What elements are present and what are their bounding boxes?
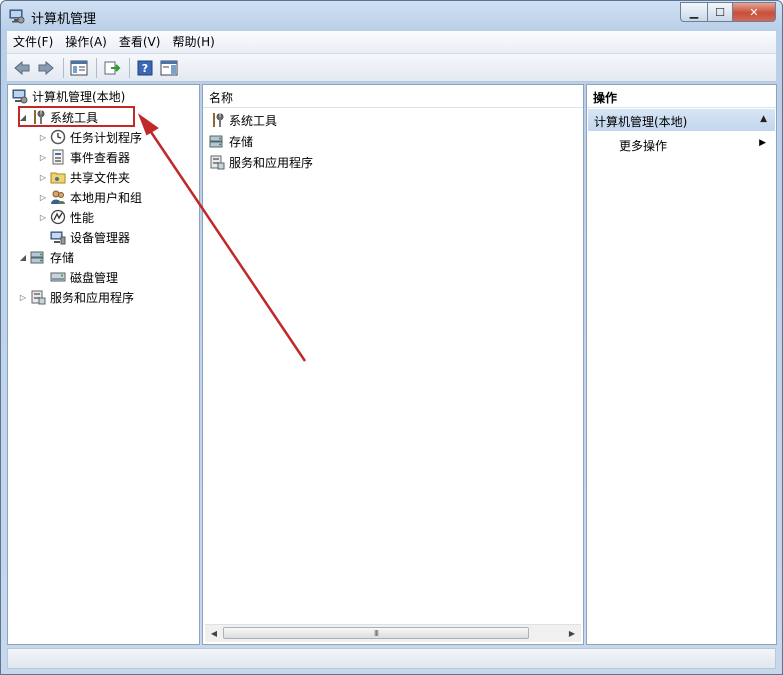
expand-arrow-icon[interactable]: ▷ <box>38 133 48 142</box>
tree-item-services-apps[interactable]: ▷ 服务和应用程序 <box>18 287 134 307</box>
forward-button[interactable] <box>35 57 57 79</box>
event-log-icon <box>50 149 66 165</box>
back-icon <box>14 60 30 75</box>
tree-item-performance[interactable]: ▷ 性能 <box>38 207 94 227</box>
expand-arrow-icon[interactable]: ▷ <box>38 213 48 222</box>
performance-icon <box>50 209 66 225</box>
tree-item-event-viewer[interactable]: ▷ 事件查看器 <box>38 147 130 167</box>
export-icon <box>104 61 121 74</box>
shared-folder-icon <box>50 169 66 185</box>
minimize-icon: ▁ <box>689 5 699 19</box>
list-item-system-tools[interactable]: 系统工具 <box>209 110 277 130</box>
console-tree-icon <box>70 60 88 75</box>
tools-icon <box>209 112 225 128</box>
scrollbar-grip: III <box>373 629 379 638</box>
expand-arrow-icon[interactable]: ▷ <box>38 173 48 182</box>
minimize-button[interactable]: ▁ <box>680 2 708 22</box>
menu-bar: 文件(F) 操作(A) 查看(V) 帮助(H) <box>7 31 776 54</box>
tree-label: 磁盘管理 <box>70 270 119 285</box>
menu-help[interactable]: 帮助(H) <box>166 31 220 53</box>
services-icon <box>30 289 46 305</box>
close-button[interactable]: ✕ <box>733 2 776 22</box>
tree-label: 本地用户和组 <box>70 190 143 205</box>
back-button[interactable] <box>11 57 33 79</box>
clock-icon <box>50 129 66 145</box>
list-item-storage[interactable]: 存储 <box>209 131 253 151</box>
tree-item-disk-management[interactable]: 磁盘管理 <box>50 267 118 287</box>
close-icon: ✕ <box>749 5 759 19</box>
horizontal-scrollbar[interactable]: ◀ III ▶ <box>205 624 581 642</box>
help-icon: ? <box>137 60 153 75</box>
actions-section-label: 计算机管理(本地) <box>594 115 688 129</box>
svg-text:?: ? <box>142 62 148 75</box>
more-actions-item[interactable]: 更多操作 ▶ <box>617 135 768 155</box>
actions-header-label: 操作 <box>593 91 618 105</box>
menu-view[interactable]: 查看(V) <box>113 31 167 53</box>
collapse-up-icon[interactable]: ▲ <box>760 114 767 124</box>
title-bar[interactable]: 计算机管理 ▁ ☐ ✕ <box>1 1 782 31</box>
toolbar-separator <box>96 57 97 78</box>
users-icon <box>50 189 66 205</box>
tree-item-root[interactable]: 计算机管理(本地) <box>12 86 125 106</box>
more-actions-label: 更多操作 <box>619 139 668 153</box>
scroll-left-icon[interactable]: ◀ <box>207 627 221 640</box>
help-button[interactable]: ? <box>134 57 156 79</box>
tree-item-device-manager[interactable]: 设备管理器 <box>50 227 130 247</box>
tree-item-task-scheduler[interactable]: ▷ 任务计划程序 <box>38 127 142 147</box>
tree-label: 计算机管理(本地) <box>32 89 126 104</box>
maximize-button[interactable]: ☐ <box>708 2 733 22</box>
result-list-pane: 名称 系统工具 存储 服务和应用程序 ◀ III ▶ <box>202 84 584 645</box>
actions-section-header[interactable]: 计算机管理(本地) ▲ <box>588 109 775 131</box>
storage-icon <box>30 249 46 265</box>
window-title: 计算机管理 <box>31 12 97 27</box>
show-hide-icon <box>160 60 178 75</box>
show-hide-button[interactable] <box>158 57 180 79</box>
services-icon <box>209 154 225 170</box>
device-manager-icon <box>50 229 66 245</box>
menu-action[interactable]: 操作(A) <box>59 31 113 53</box>
tree-label: 性能 <box>70 210 95 225</box>
tree-label: 服务和应用程序 <box>50 290 135 305</box>
column-header-name[interactable]: 名称 <box>203 85 583 108</box>
expand-arrow-icon[interactable]: ▷ <box>38 193 48 202</box>
scroll-right-icon[interactable]: ▶ <box>565 627 579 640</box>
submenu-arrow-icon: ▶ <box>759 138 766 148</box>
collapse-arrow-icon[interactable]: ◢ <box>18 253 28 262</box>
tree-item-shared-folders[interactable]: ▷ 共享文件夹 <box>38 167 130 187</box>
list-item-label: 服务和应用程序 <box>229 155 314 170</box>
computer-management-icon <box>9 8 25 24</box>
tree-label: 设备管理器 <box>70 230 131 245</box>
list-item-services-apps[interactable]: 服务和应用程序 <box>209 152 313 172</box>
toolbar: ? <box>7 54 776 82</box>
toolbar-separator <box>63 57 64 78</box>
tree-label: 任务计划程序 <box>70 130 143 145</box>
actions-pane: 操作 计算机管理(本地) ▲ 更多操作 ▶ <box>586 84 777 645</box>
scrollbar-thumb[interactable]: III <box>223 627 529 639</box>
forward-icon <box>38 60 54 75</box>
column-header-label: 名称 <box>209 91 234 105</box>
console-tree-button[interactable] <box>68 57 90 79</box>
status-bar <box>7 648 776 669</box>
list-item-label: 系统工具 <box>229 113 278 128</box>
console-tree-pane: 计算机管理(本地) ◢ 系统工具 ▷ 任务计划程序 ▷ 事件查看器 ▷ 共享文件… <box>7 84 200 645</box>
computer-management-window: 计算机管理 ▁ ☐ ✕ 文件(F) 操作(A) 查看(V) 帮助(H) ? 计算… <box>0 0 783 675</box>
export-button[interactable] <box>101 57 123 79</box>
list-item-label: 存储 <box>229 134 254 149</box>
storage-icon <box>209 133 225 149</box>
toolbar-separator <box>129 57 130 78</box>
maximize-icon: ☐ <box>715 5 725 19</box>
expand-arrow-icon[interactable]: ▷ <box>38 153 48 162</box>
computer-management-icon <box>12 88 28 104</box>
tree-item-storage[interactable]: ◢ 存储 <box>18 247 74 267</box>
actions-header: 操作 <box>587 85 776 108</box>
disk-icon <box>50 269 66 285</box>
menu-file[interactable]: 文件(F) <box>7 31 59 53</box>
tree-item-local-users[interactable]: ▷ 本地用户和组 <box>38 187 142 207</box>
tree-label: 存储 <box>50 250 75 265</box>
annotation-highlight-box <box>18 106 135 127</box>
expand-arrow-icon[interactable]: ▷ <box>18 293 28 302</box>
tree-label: 共享文件夹 <box>70 170 131 185</box>
tree-label: 事件查看器 <box>70 150 131 165</box>
